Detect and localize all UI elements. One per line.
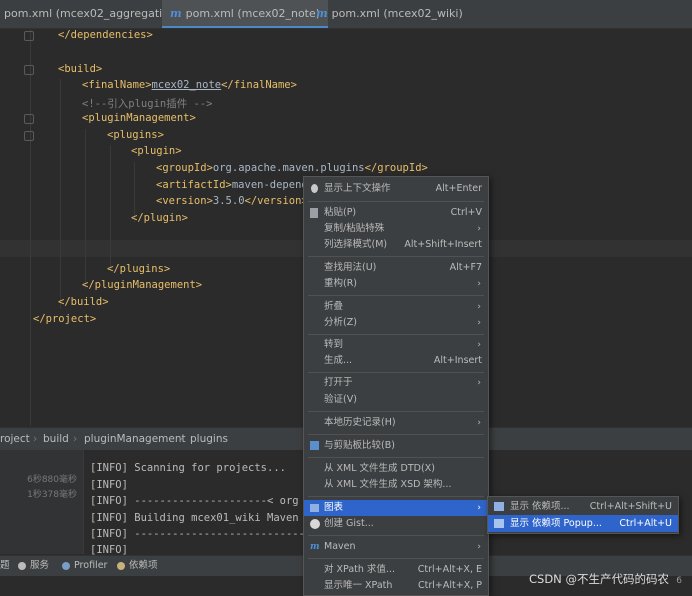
fold-marker-icon[interactable] [24,114,34,124]
maven-file-icon: m [170,7,182,20]
menu-item-validate[interactable]: 验证(V) [304,392,488,408]
maven-icon: m [310,542,320,552]
menu-item-maven[interactable]: m Maven › [304,539,488,555]
code-line: <finalName>mcex02_note</finalName> [82,79,297,91]
breadcrumb-item[interactable]: build [43,428,69,450]
console-line: [INFO] Building mcex01_wiki Maven ( [90,512,312,524]
tool-tab-services[interactable]: 服务 [18,556,49,576]
menu-item-generate-dtd[interactable]: 从 XML 文件生成 DTD(X) [304,461,488,477]
menu-item-show-unique-xpath[interactable]: 显示唯一 XPath Ctrl+Alt+X, P [304,578,488,594]
code-line: <plugin> [131,145,182,157]
code-line: <!--引入plugin插件 --> [82,98,213,110]
code-line: </project> [33,313,97,325]
bulb-icon [311,184,318,193]
chevron-right-icon: › [477,279,481,289]
menu-item-open-in[interactable]: 打开于 › [304,375,488,391]
code-line: </pluginManagement> [82,279,203,291]
menu-item-create-gist[interactable]: 创建 Gist... [304,516,488,532]
menu-item-paste[interactable]: 粘贴(P) Ctrl+V [304,205,488,221]
diagrams-submenu: 显示 依赖项... Ctrl+Alt+Shift+U 显示 依赖项 Popup..… [487,496,679,534]
chevron-right-icon: › [477,418,481,428]
menu-item-copy-paste-special[interactable]: 复制/粘贴特殊 › [304,221,488,237]
maven-file-icon: m [316,7,328,20]
editor-tab-bar: pom.xml (mcex02_aggregation) m pom.xml (m… [0,0,692,29]
chevron-right-icon: › [477,503,481,513]
tab-pom-wiki[interactable]: m pom.xml (mcex02_wiki) [308,0,471,28]
code-line: <artifactId>maven-depend [156,179,308,191]
tool-tab-profiler[interactable]: Profiler [62,556,107,576]
menu-item-local-history[interactable]: 本地历史记录(H) › [304,415,488,431]
menu-item-refactor[interactable]: 重构(R) › [304,276,488,292]
tool-tab-dependencies[interactable]: 依赖项 [117,556,158,576]
code-line: <build> [58,63,103,75]
gutter-divider [30,29,31,426]
breadcrumb-item[interactable]: roject [0,428,30,450]
breadcrumb-item[interactable]: plugins [190,428,228,450]
tab-pom-note[interactable]: m pom.xml (mcex02_note) [162,0,329,28]
chevron-right-icon: › [477,318,481,328]
console-line: [INFO] ---------------------< org [90,495,299,507]
profiler-icon [62,561,70,570]
fold-marker-icon[interactable] [24,31,34,41]
menu-item-column-selection[interactable]: 列选择模式(M) Alt+Shift+Insert [304,237,488,253]
fold-marker-icon[interactable] [24,65,34,75]
diagram-icon [310,504,319,512]
paste-icon [310,208,318,218]
menu-item-show-dependencies-popup[interactable]: 显示 依赖项 Popup... Ctrl+Alt+U [488,515,678,532]
fold-marker-icon[interactable] [24,131,34,141]
code-line: </dependencies> [58,29,153,41]
console-line: [INFO] ---------------------------- [90,528,312,540]
tool-tab-problems[interactable]: 题 [0,556,10,576]
menu-item-compare-clipboard[interactable]: 与剪贴板比较(B) [304,438,488,454]
menu-item-diagrams[interactable]: 图表 › [304,500,488,516]
menu-item-analyze[interactable]: 分析(Z) › [304,315,488,331]
menu-item-generate-xsd[interactable]: 从 XML 文件生成 XSD 架构... [304,477,488,493]
run-tree[interactable]: 6秒880毫秒 1秒378毫秒 [0,450,84,554]
editor-context-menu: 显示上下文操作 Alt+Enter 粘贴(P) Ctrl+V 复制/粘贴特殊 › 列选… [303,176,489,596]
chevron-right-icon: › [477,378,481,388]
menu-item-find-usages[interactable]: 查找用法(U) Alt+F7 [304,260,488,276]
github-icon [310,519,320,529]
watermark: CSDN @不生产代码的码农 6 [529,572,682,586]
diagram-icon [494,502,504,511]
menu-item-folding[interactable]: 折叠 › [304,299,488,315]
play-icon [18,561,26,570]
chevron-right-icon: › [477,302,481,312]
code-line: </plugins> [107,263,171,275]
chevron-right-icon: › [477,542,481,552]
code-line: <pluginManagement> [82,112,196,124]
menu-item-show-dependencies[interactable]: 显示 依赖项... Ctrl+Alt+Shift+U [488,498,678,515]
tab-pom-aggregation[interactable]: pom.xml (mcex02_aggregation) [0,0,188,28]
code-line: </build> [58,296,109,308]
menu-item-goto[interactable]: 转到 › [304,337,488,353]
chevron-right-icon: › [477,340,481,350]
compare-icon [310,441,319,450]
menu-item-show-context-actions[interactable]: 显示上下文操作 Alt+Enter [304,181,488,197]
code-line: <plugins> [107,129,164,141]
code-line: <groupId>org.apache.maven.plugins</group… [156,162,428,174]
dependencies-icon [117,561,125,570]
code-line: </plugin> [131,212,188,224]
diagram-icon [494,519,504,528]
menu-item-generate[interactable]: 生成... Alt+Insert [304,353,488,369]
console-line: [INFO] Scanning for projects... [90,462,286,474]
chevron-right-icon: › [477,224,481,234]
code-line: <version>3.5.0</version> [156,195,308,207]
breadcrumb-item[interactable]: pluginManagement [84,428,186,450]
menu-item-evaluate-xpath[interactable]: 对 XPath 求值... Ctrl+Alt+X, E [304,562,488,578]
console-line: [INFO] [90,479,128,491]
